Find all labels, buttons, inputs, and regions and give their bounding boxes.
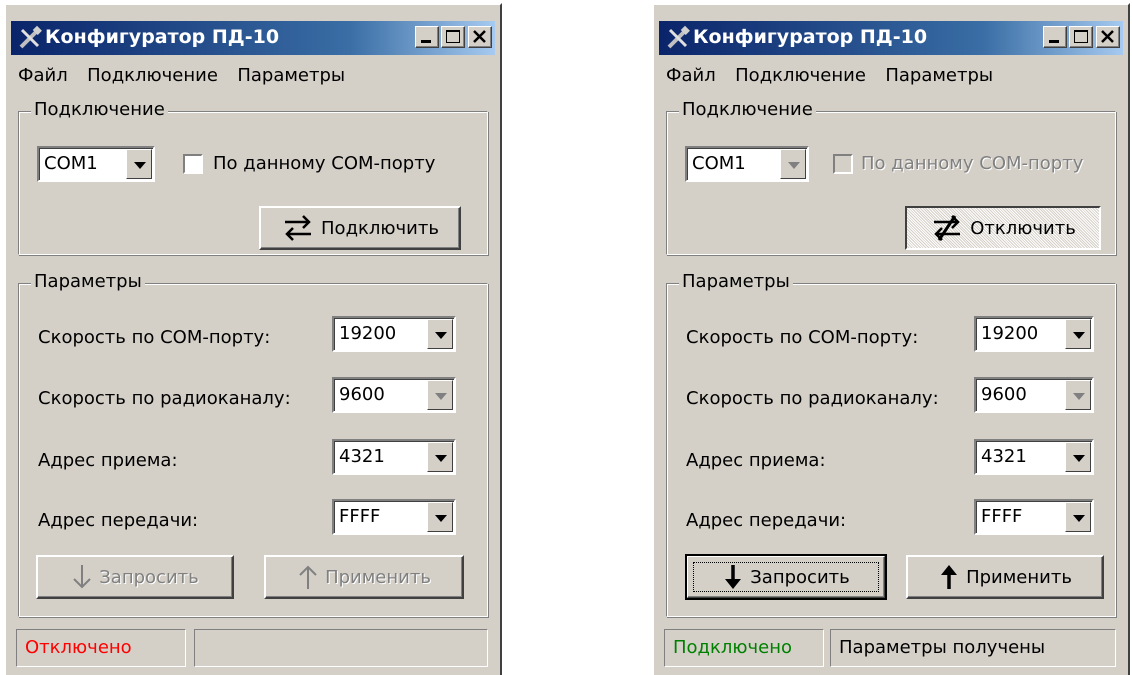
connection-group-label: Подключение xyxy=(679,99,816,120)
minimize-button[interactable] xyxy=(415,26,439,48)
menu-connection[interactable]: Подключение xyxy=(735,65,866,86)
com-speed-value: 19200 xyxy=(339,323,397,344)
maximize-button[interactable] xyxy=(1069,26,1093,48)
maximize-button[interactable] xyxy=(441,26,465,48)
connection-group: Подключение COM1 По данному COM-порту По… xyxy=(18,99,488,255)
receive-address-label: Адрес приема: xyxy=(38,450,178,471)
window-title: Конфигуратор ПД-10 xyxy=(45,26,280,48)
arrow-up-icon xyxy=(941,565,958,589)
transmit-address-label: Адрес передачи: xyxy=(686,510,847,531)
com-speed-select[interactable]: 19200 xyxy=(332,316,456,352)
request-button-label: Запросить xyxy=(99,566,199,588)
arrow-down-icon xyxy=(73,565,91,589)
disconnect-arrows-icon xyxy=(934,215,961,241)
menu-connection[interactable]: Подключение xyxy=(87,65,218,86)
receive-address-value: 4321 xyxy=(339,446,385,467)
connection-group-label: Подключение xyxy=(31,99,168,120)
tools-icon xyxy=(667,25,690,49)
menu-parameters[interactable]: Параметры xyxy=(885,65,993,86)
radio-speed-select[interactable]: 9600 xyxy=(974,377,1094,413)
minimize-button[interactable] xyxy=(1043,26,1067,48)
com-speed-value: 19200 xyxy=(981,323,1039,344)
com-speed-select[interactable]: 19200 xyxy=(974,316,1094,352)
minimize-icon xyxy=(1049,40,1059,43)
transmit-address-select[interactable]: FFFF xyxy=(974,499,1094,535)
apply-button[interactable]: Применить xyxy=(906,555,1104,599)
receive-address-select[interactable]: 4321 xyxy=(332,439,456,475)
disconnect-button-label: Отключить xyxy=(970,217,1076,239)
by-port-checkbox-label: По данному COM-порту xyxy=(861,153,1084,174)
chevron-down-icon[interactable] xyxy=(427,319,453,349)
by-port-checkbox[interactable] xyxy=(183,154,203,174)
com-port-select[interactable]: COM1 xyxy=(37,146,155,182)
by-port-checkbox-label: По данному COM-порту xyxy=(213,153,436,174)
disconnect-button[interactable]: Отключить xyxy=(905,206,1101,250)
chevron-down-icon[interactable] xyxy=(780,149,806,179)
menu-bar: Файл Подключение Параметры xyxy=(18,65,359,91)
close-button[interactable] xyxy=(1096,26,1120,48)
tools-icon xyxy=(19,25,42,49)
connect-arrows-icon xyxy=(285,215,312,241)
chevron-down-icon[interactable] xyxy=(1065,380,1091,410)
chevron-down-icon[interactable] xyxy=(427,380,453,410)
close-icon xyxy=(473,30,486,43)
window-connected: Конфигуратор ПД-10 Файл Подключение Пара… xyxy=(652,3,1130,675)
status-bar: Отключено xyxy=(16,629,488,667)
receive-address-select[interactable]: 4321 xyxy=(974,439,1094,475)
connection-status: Подключено xyxy=(664,629,824,667)
chevron-down-icon[interactable] xyxy=(427,502,453,532)
minimize-icon xyxy=(421,40,431,43)
com-speed-label: Скорость по COM-порту: xyxy=(686,327,919,348)
close-button[interactable] xyxy=(468,26,492,48)
menu-file[interactable]: Файл xyxy=(666,65,716,86)
request-button[interactable]: Запросить xyxy=(36,555,234,599)
radio-speed-label: Скорость по радиоканалу: xyxy=(686,388,939,409)
chevron-down-icon[interactable] xyxy=(427,442,453,472)
close-icon xyxy=(1101,30,1114,43)
apply-button-label: Применить xyxy=(325,566,431,588)
transmit-address-value: FFFF xyxy=(981,506,1023,527)
chevron-down-icon[interactable] xyxy=(1065,442,1091,472)
by-port-checkbox[interactable] xyxy=(833,154,853,174)
receive-address-label: Адрес приема: xyxy=(686,450,826,471)
transmit-address-select[interactable]: FFFF xyxy=(332,499,456,535)
apply-button-label: Применить xyxy=(966,566,1072,588)
connection-group: Подключение COM1 По данному COM-порту От… xyxy=(666,99,1116,255)
apply-button[interactable]: Применить xyxy=(264,555,464,599)
parameters-group-label: Параметры xyxy=(31,271,145,292)
focus-rectangle xyxy=(693,562,879,592)
title-bar[interactable]: Конфигуратор ПД-10 xyxy=(11,21,495,55)
com-port-value: COM1 xyxy=(44,153,98,174)
com-speed-label: Скорость по COM-порту: xyxy=(38,327,271,348)
radio-speed-value: 9600 xyxy=(981,384,1027,405)
window-title: Конфигуратор ПД-10 xyxy=(693,26,928,48)
parameters-group-label: Параметры xyxy=(679,271,793,292)
connect-button[interactable]: Подключить xyxy=(259,206,461,250)
window-disconnected: Конфигуратор ПД-10 Файл Подключение Пара… xyxy=(4,3,502,675)
status-bar: Подключено Параметры получены xyxy=(664,629,1116,667)
radio-speed-label: Скорость по радиоканалу: xyxy=(38,388,291,409)
status-message: Параметры получены xyxy=(830,629,1116,667)
radio-speed-value: 9600 xyxy=(339,384,385,405)
connection-status: Отключено xyxy=(16,629,186,667)
status-message xyxy=(194,629,488,667)
request-button[interactable]: Запросить xyxy=(685,554,887,600)
chevron-down-icon[interactable] xyxy=(126,149,152,179)
maximize-icon xyxy=(446,30,460,43)
com-port-value: COM1 xyxy=(692,153,746,174)
receive-address-value: 4321 xyxy=(981,446,1027,467)
arrow-up-icon xyxy=(299,565,317,589)
chevron-down-icon[interactable] xyxy=(1065,502,1091,532)
transmit-address-value: FFFF xyxy=(339,506,381,527)
connect-button-label: Подключить xyxy=(321,217,439,239)
menu-bar: Файл Подключение Параметры xyxy=(666,65,1007,91)
menu-file[interactable]: Файл xyxy=(18,65,68,86)
title-bar[interactable]: Конфигуратор ПД-10 xyxy=(659,21,1123,55)
transmit-address-label: Адрес передачи: xyxy=(38,510,199,531)
menu-parameters[interactable]: Параметры xyxy=(237,65,345,86)
com-port-select[interactable]: COM1 xyxy=(685,146,809,182)
radio-speed-select[interactable]: 9600 xyxy=(332,377,456,413)
maximize-icon xyxy=(1074,30,1088,43)
chevron-down-icon[interactable] xyxy=(1065,319,1091,349)
